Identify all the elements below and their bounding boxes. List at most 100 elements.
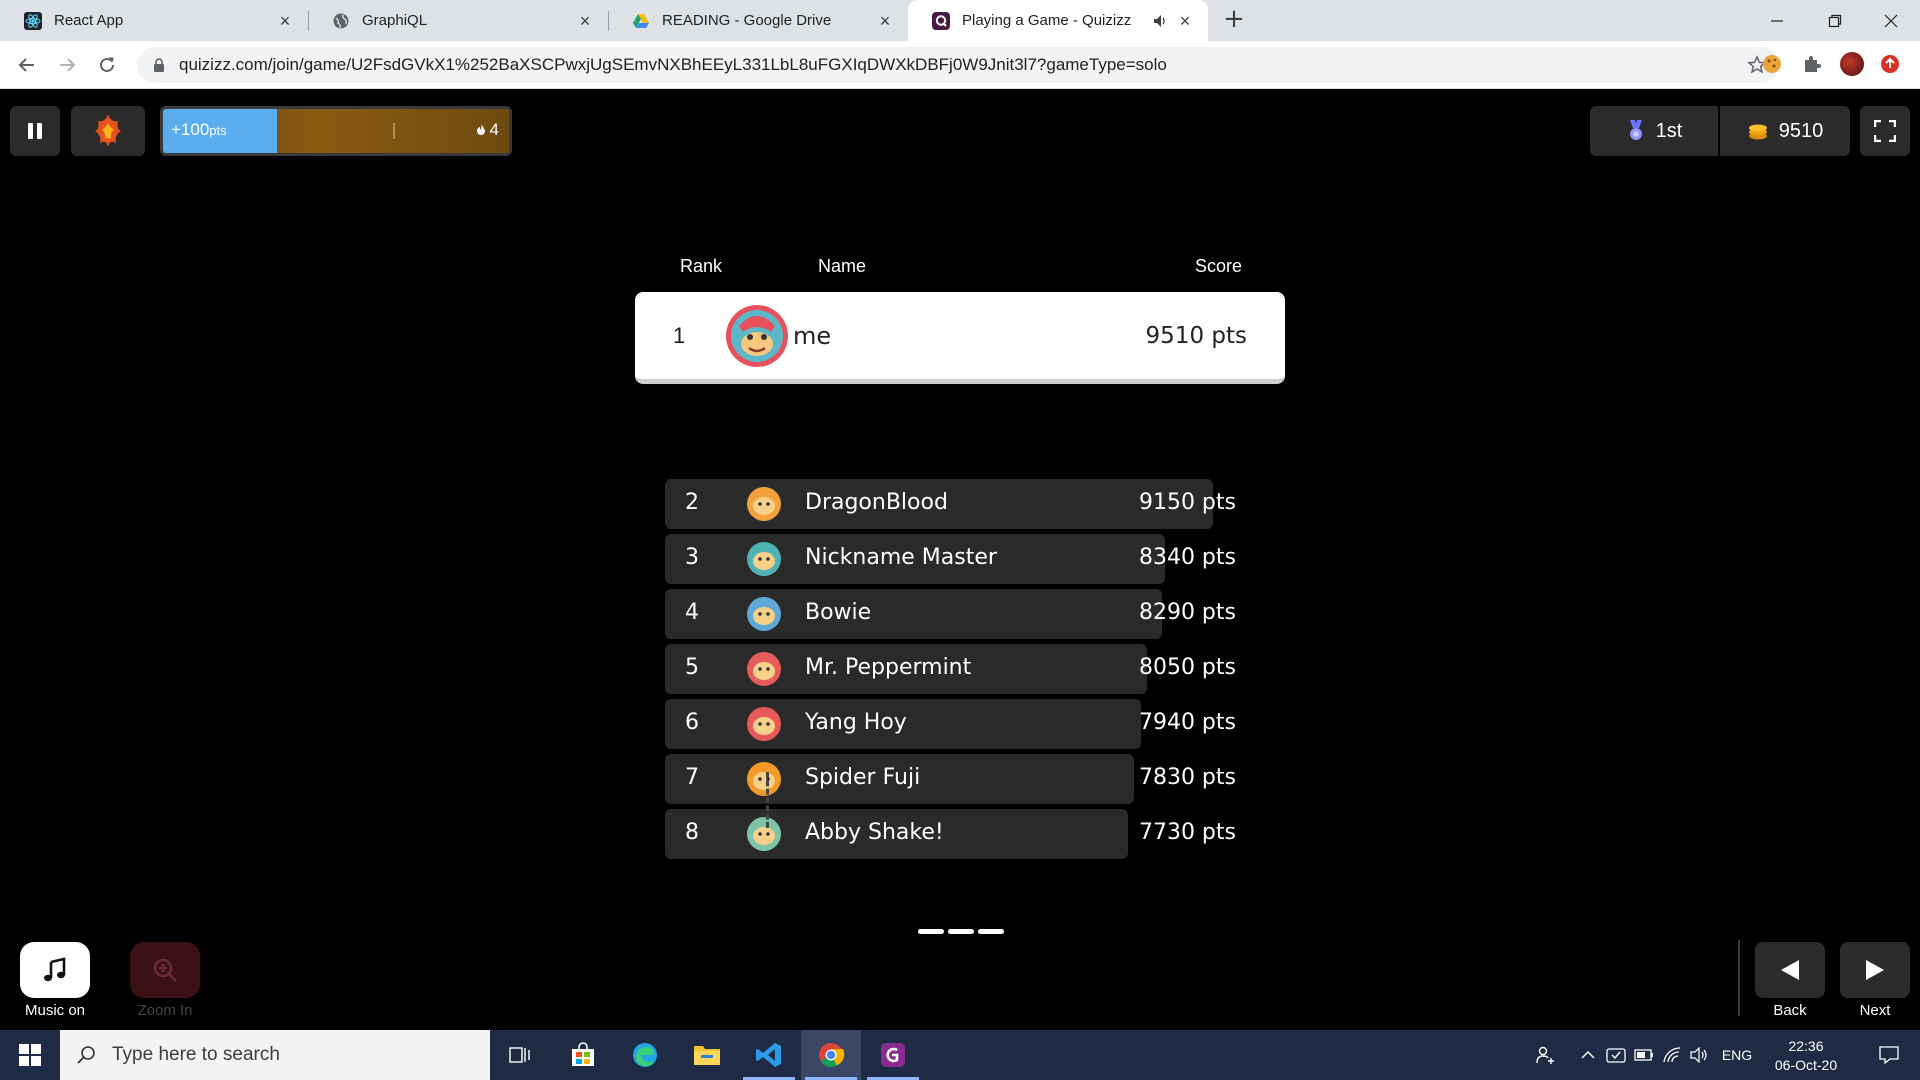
reload-icon <box>100 57 114 72</box>
arrow-left-icon <box>18 58 34 72</box>
globe-icon <box>333 13 349 28</box>
battery-button[interactable] <box>1632 1030 1656 1080</box>
pdf-app[interactable] <box>863 1030 923 1080</box>
search-placeholder: Type here to search <box>112 1044 280 1065</box>
people-icon <box>1536 1046 1554 1064</box>
player-name: me <box>793 321 832 350</box>
pause-icon <box>28 123 42 139</box>
puzzle-extensions-icon[interactable] <box>1800 52 1824 76</box>
rank-value: 1st <box>1655 119 1683 142</box>
show-hidden-icons-button[interactable] <box>1576 1030 1600 1080</box>
chrome-app[interactable] <box>801 1030 861 1080</box>
profile-avatar[interactable] <box>1840 52 1864 76</box>
notifications-button[interactable] <box>1864 1030 1914 1080</box>
task-view-button[interactable] <box>490 1030 550 1080</box>
start-button[interactable] <box>0 1030 60 1080</box>
page-indicator <box>978 929 1004 934</box>
game-screen: +100pts 4 1st 9510 Rank Name Score 1 me … <box>0 90 1920 1030</box>
leaderboard-dashed-continuation <box>766 772 769 828</box>
streak-milestone-tick <box>393 123 395 139</box>
store-app[interactable] <box>553 1030 613 1080</box>
row-name: Bowie <box>805 600 872 625</box>
new-tab-button[interactable]: + <box>1220 6 1248 34</box>
close-icon <box>1884 14 1898 27</box>
powerup-button[interactable] <box>71 106 145 156</box>
rank-display: 1st <box>1590 106 1718 156</box>
network-button[interactable] <box>1660 1030 1684 1080</box>
notification-icon <box>1879 1046 1899 1065</box>
row-rank: 6 <box>685 710 699 735</box>
back-nav-button[interactable] <box>12 50 42 80</box>
tab-react-app[interactable]: React App × <box>0 0 308 41</box>
coins-icon <box>1748 124 1767 140</box>
people-button[interactable] <box>1530 1030 1560 1080</box>
close-tab-icon[interactable]: × <box>876 12 894 30</box>
edge-icon <box>633 1043 657 1067</box>
arrow-right-icon <box>60 58 76 72</box>
battery-icon <box>1634 1049 1653 1061</box>
back-button[interactable] <box>1755 942 1825 998</box>
folder-icon <box>694 1046 720 1065</box>
row-name: Abby Shake! <box>805 820 944 845</box>
taskbar-search[interactable]: Type here to search <box>60 1030 490 1080</box>
row-rank: 4 <box>685 600 699 625</box>
close-window-button[interactable] <box>1862 0 1920 41</box>
close-tab-icon[interactable]: × <box>276 12 294 30</box>
zoom-in-icon <box>153 958 177 982</box>
music-note-icon <box>44 957 66 982</box>
row-rank: 2 <box>685 490 699 515</box>
cookie-extension-icon[interactable] <box>1760 52 1784 76</box>
streak-count: 4 <box>475 120 499 140</box>
zoom-in-button[interactable] <box>130 942 200 998</box>
pause-button[interactable] <box>10 106 60 156</box>
url-text[interactable]: quizizz.com/join/game/U2FsdGVkX1%252BaXS… <box>179 55 1167 75</box>
next-button[interactable] <box>1840 942 1910 998</box>
vscode-icon <box>756 1043 781 1067</box>
speaker-icon[interactable] <box>1152 13 1168 29</box>
row-avatar <box>747 762 781 796</box>
row-avatar <box>747 597 781 631</box>
reload-button[interactable] <box>92 50 122 80</box>
row-score: 8340 pts <box>1138 545 1236 570</box>
lock-icon[interactable] <box>151 57 167 73</box>
address-bar[interactable]: quizizz.com/join/game/U2FsdGVkX1%252BaXS… <box>137 47 1779 83</box>
close-tab-icon[interactable]: × <box>1176 12 1194 30</box>
streak-points-unit: pts <box>209 123 227 138</box>
row-score: 7730 pts <box>1138 820 1236 845</box>
task-view-icon <box>509 1047 530 1063</box>
update-alert-icon[interactable] <box>1880 54 1900 74</box>
fullscreen-button[interactable] <box>1860 106 1910 156</box>
close-tab-icon[interactable]: × <box>576 12 594 30</box>
tab-google-drive[interactable]: READING - Google Drive × <box>608 0 908 41</box>
chevron-up-icon <box>1581 1051 1595 1059</box>
tab-graphiql[interactable]: GraphiQL × <box>308 0 608 41</box>
medal-icon <box>1629 120 1642 140</box>
row-avatar <box>747 817 781 851</box>
clock-date: 06-Oct-20 <box>1774 1056 1838 1073</box>
tray-app-icon[interactable] <box>1604 1030 1628 1080</box>
input-language[interactable]: ENG <box>1716 1030 1758 1080</box>
row-rank: 5 <box>685 655 699 680</box>
streak-progress-bar: +100pts 4 <box>160 106 512 156</box>
forward-nav-button[interactable] <box>52 50 82 80</box>
triangle-left-icon <box>1781 960 1799 980</box>
clock[interactable]: 22:36 06-Oct-20 <box>1764 1030 1848 1080</box>
streak-points-label: +100pts <box>171 120 227 140</box>
file-explorer-app[interactable] <box>677 1030 737 1080</box>
row-score: 8290 pts <box>1138 600 1236 625</box>
row-score: 7830 pts <box>1138 765 1236 790</box>
volume-button[interactable] <box>1688 1030 1712 1080</box>
player-avatar <box>726 305 788 367</box>
volume-icon <box>1690 1047 1707 1063</box>
vscode-app[interactable] <box>739 1030 799 1080</box>
tab-title: Playing a Game - Quizizz <box>962 12 1132 29</box>
restore-button[interactable] <box>1806 0 1864 41</box>
row-rank: 3 <box>685 545 699 570</box>
music-toggle-button[interactable] <box>20 942 90 998</box>
tab-quizizz[interactable]: Playing a Game - Quizizz × <box>908 0 1208 41</box>
edge-app[interactable] <box>615 1030 675 1080</box>
row-score: 7940 pts <box>1138 710 1236 735</box>
coins-value: 9510 <box>1778 119 1824 142</box>
minimize-button[interactable] <box>1748 0 1806 41</box>
music-label: Music on <box>24 1002 86 1019</box>
